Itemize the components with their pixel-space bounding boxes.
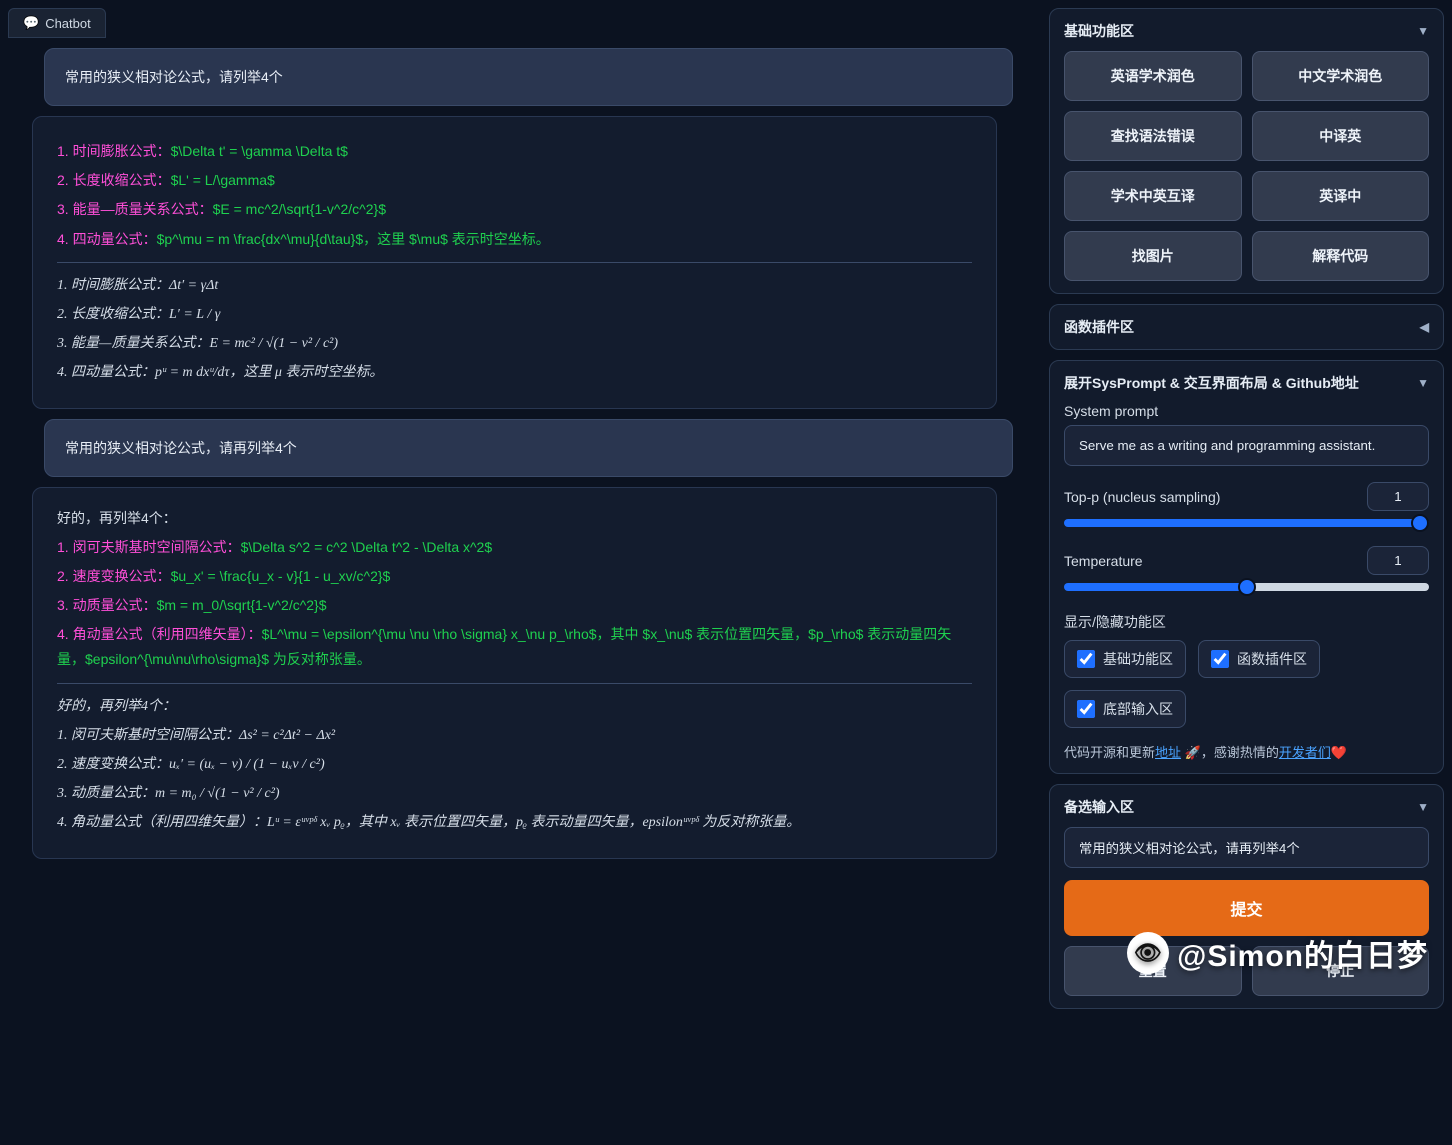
chevron-down-icon: ▼ (1417, 24, 1429, 38)
bot1-r2: 3. 能量—质量关系公式：E = mc² / √(1 − v² / c²) (57, 331, 972, 356)
btn-academic-tr[interactable]: 学术中英互译 (1064, 171, 1242, 221)
panel-sysprompt: 展开SysPrompt & 交互界面布局 & Github地址 ▼ System… (1049, 360, 1444, 774)
visibility-checkboxes: 基础功能区 函数插件区 底部输入区 (1064, 640, 1429, 728)
bot1-src2-label: 3. 能量—质量关系公式： (57, 201, 213, 217)
chk-basic[interactable]: 基础功能区 (1064, 640, 1186, 678)
chat-icon: 💬 (23, 15, 39, 31)
divider (57, 262, 972, 263)
bot1-src2-latex: $E = mc^2/\sqrt{1-v^2/c^2}$ (213, 201, 386, 217)
panel-plugins-title: 函数插件区 (1064, 317, 1134, 337)
chk-plugins-label: 函数插件区 (1237, 649, 1307, 669)
chk-basic-label: 基础功能区 (1103, 649, 1173, 669)
chk-bottom-box[interactable] (1077, 700, 1095, 718)
panel-basic-title: 基础功能区 (1064, 21, 1134, 41)
submit-button[interactable]: 提交 (1064, 880, 1429, 936)
bot2-src1-latex: $u_x' = \frac{u_x - v}{1 - u_xv/c^2}$ (171, 568, 391, 584)
footer-pre: 代码开源和更新 (1064, 745, 1155, 760)
bot1-src0-latex: $\Delta t' = \gamma \Delta t$ (171, 143, 348, 159)
bot1-src0-label: 1. 时间膨胀公式： (57, 143, 171, 159)
chk-bottom[interactable]: 底部输入区 (1064, 690, 1186, 728)
panel-input: 备选输入区 ▼ 提交 重置 停止 (1049, 784, 1444, 1009)
user-message-1-text: 常用的狭义相对论公式，请列举4个 (65, 69, 283, 85)
panel-basic-header[interactable]: 基础功能区 ▼ (1064, 21, 1429, 41)
bot2-source-list: 1. 闵可夫斯基时空间隔公式：$\Delta s^2 = c^2 \Delta … (57, 535, 972, 673)
user-message-1: 常用的狭义相对论公式，请列举4个 (44, 48, 1013, 106)
reset-button[interactable]: 重置 (1064, 946, 1242, 996)
basic-button-grid: 英语学术润色 中文学术润色 查找语法错误 中译英 学术中英互译 英译中 找图片 … (1064, 51, 1429, 281)
visibility-label: 显示/隐藏功能区 (1064, 612, 1429, 632)
footer-mid: 🚀，感谢热情的 (1181, 745, 1279, 760)
bot2-src2-label: 3. 动质量公式： (57, 597, 157, 613)
bot2-r1: 2. 速度变换公式：uₓ′ = (uₓ − v) / (1 − uₓv / c²… (57, 752, 972, 777)
chk-basic-box[interactable] (1077, 650, 1095, 668)
bot2-src3-label: 4. 角动量公式（利用四维矢量）： (57, 626, 262, 642)
bot2-src1-label: 2. 速度变换公式： (57, 568, 171, 584)
repo-link[interactable]: 地址 (1155, 745, 1181, 760)
stop-button[interactable]: 停止 (1252, 946, 1430, 996)
bot2-r2: 3. 动质量公式：m = m₀ / √(1 − v² / c²) (57, 781, 972, 806)
temperature-value-input[interactable] (1367, 546, 1429, 575)
topp-label: Top-p (nucleus sampling) (1064, 489, 1220, 505)
btn-grammar[interactable]: 查找语法错误 (1064, 111, 1242, 161)
system-prompt-input[interactable] (1064, 425, 1429, 466)
bot2-render-list: 1. 闵可夫斯基时空间隔公式：Δs² = c²Δt² − Δx² 2. 速度变换… (57, 723, 972, 836)
topp-slider[interactable] (1064, 519, 1429, 527)
chk-plugins-box[interactable] (1211, 650, 1229, 668)
btn-en2zh[interactable]: 英译中 (1252, 171, 1430, 221)
bot1-src3-label: 4. 四动量公式： (57, 231, 157, 247)
chk-bottom-label: 底部输入区 (1103, 699, 1173, 719)
footer-note: 代码开源和更新地址 🚀，感谢热情的开发者们❤️ (1064, 742, 1429, 761)
btn-zh2en[interactable]: 中译英 (1252, 111, 1430, 161)
chk-plugins[interactable]: 函数插件区 (1198, 640, 1320, 678)
chevron-left-icon: ◀ (1420, 320, 1429, 334)
bot2-src2-latex: $m = m_0/\sqrt{1-v^2/c^2}$ (157, 597, 327, 613)
btn-zh-polish[interactable]: 中文学术润色 (1252, 51, 1430, 101)
bot-message-1: 1. 时间膨胀公式：$\Delta t' = \gamma \Delta t$ … (32, 116, 997, 409)
devs-link[interactable]: 开发者们 (1279, 745, 1331, 760)
bot1-source-list: 1. 时间膨胀公式：$\Delta t' = \gamma \Delta t$ … (57, 139, 972, 252)
bot2-render-intro: 好的，再列举4个： (57, 694, 972, 719)
temperature-label: Temperature (1064, 553, 1143, 569)
btn-find-image[interactable]: 找图片 (1064, 231, 1242, 281)
divider (57, 683, 972, 684)
bot-message-2: 好的，再列举4个： 1. 闵可夫斯基时空间隔公式：$\Delta s^2 = c… (32, 487, 997, 859)
tab-chatbot[interactable]: 💬 Chatbot (8, 8, 106, 38)
chat-column: 💬 Chatbot 常用的狭义相对论公式，请列举4个 1. 时间膨胀公式：$\D… (8, 8, 1037, 1137)
tab-bar: 💬 Chatbot (8, 8, 1037, 38)
system-prompt-label: System prompt (1064, 403, 1429, 419)
bot1-src1-label: 2. 长度收缩公式： (57, 172, 171, 188)
btn-en-polish[interactable]: 英语学术润色 (1064, 51, 1242, 101)
panel-input-header[interactable]: 备选输入区 ▼ (1064, 797, 1429, 817)
user-message-2-text: 常用的狭义相对论公式，请再列举4个 (65, 440, 297, 456)
bot1-render-list: 1. 时间膨胀公式：Δt′ = γΔt 2. 长度收缩公式：L′ = L / γ… (57, 273, 972, 386)
panel-basic: 基础功能区 ▼ 英语学术润色 中文学术润色 查找语法错误 中译英 学术中英互译 … (1049, 8, 1444, 294)
bot1-src3-latex: $p^\mu = m \frac{dx^\mu}{d\tau}$，这里 $\mu… (157, 231, 550, 247)
topp-value-input[interactable] (1367, 482, 1429, 511)
panel-sysprompt-header[interactable]: 展开SysPrompt & 交互界面布局 & Github地址 ▼ (1064, 373, 1429, 393)
panel-sysprompt-title: 展开SysPrompt & 交互界面布局 & Github地址 (1064, 373, 1359, 393)
panel-plugins-header[interactable]: 函数插件区 ◀ (1064, 317, 1429, 337)
bot2-r3: 4. 角动量公式（利用四维矢量）：Lᵘ = εᵘᵛᵖᵟ xᵥ pᵨ，其中 xᵥ … (57, 810, 972, 835)
bot1-src1-latex: $L' = L/\gamma$ (171, 172, 275, 188)
temperature-slider[interactable] (1064, 583, 1429, 591)
bot2-r0: 1. 闵可夫斯基时空间隔公式：Δs² = c²Δt² − Δx² (57, 723, 972, 748)
control-column: 基础功能区 ▼ 英语学术润色 中文学术润色 查找语法错误 中译英 学术中英互译 … (1049, 8, 1444, 1137)
panel-plugins: 函数插件区 ◀ (1049, 304, 1444, 350)
bot1-r3: 4. 四动量公式：pᵘ = m dxᵘ/dτ，这里 μ 表示时空坐标。 (57, 360, 972, 385)
bot1-r0: 1. 时间膨胀公式：Δt′ = γΔt (57, 273, 972, 298)
alt-input[interactable] (1064, 827, 1429, 868)
bot2-intro: 好的，再列举4个： (57, 506, 972, 531)
btn-explain-code[interactable]: 解释代码 (1252, 231, 1430, 281)
tab-chatbot-label: Chatbot (45, 16, 91, 31)
user-message-2: 常用的狭义相对论公式，请再列举4个 (44, 419, 1013, 477)
chevron-down-icon: ▼ (1417, 800, 1429, 814)
panel-input-title: 备选输入区 (1064, 797, 1134, 817)
bot2-src0-label: 1. 闵可夫斯基时空间隔公式： (57, 539, 241, 555)
chevron-down-icon: ▼ (1417, 376, 1429, 390)
heart-icon: ❤️ (1331, 745, 1347, 760)
bot2-src0-latex: $\Delta s^2 = c^2 \Delta t^2 - \Delta x^… (241, 539, 493, 555)
bot1-r1: 2. 长度收缩公式：L′ = L / γ (57, 302, 972, 327)
